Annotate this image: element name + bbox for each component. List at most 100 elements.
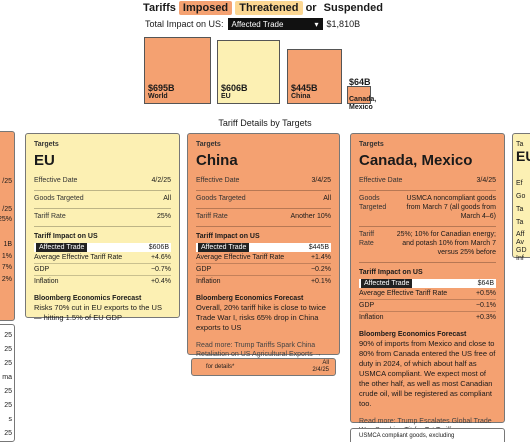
row-value: +4.6% <box>150 254 171 261</box>
edge-fragment: Inf <box>516 255 524 262</box>
edge-fragment: 25 <box>4 332 12 339</box>
card-targets-label: Targets <box>196 141 221 148</box>
total-impact-label: Total Impact on US: <box>145 19 224 29</box>
inflation-row: Inflation +0.1% <box>196 276 331 287</box>
edge-fragment: Ef <box>516 180 523 187</box>
row-key: Goods Targeted <box>34 195 84 202</box>
row-key: GDP <box>34 266 50 273</box>
affected-trade-bar: Affected Trade $606B <box>34 243 171 252</box>
legend-threatened-chip[interactable]: Threatened <box>235 1 303 15</box>
row-value: −0.7% <box>150 266 171 273</box>
edge-fragment: Go <box>516 193 526 200</box>
row-value: All <box>323 195 331 202</box>
edge-fragment: 25 <box>4 388 12 395</box>
impact-title: Tariff Impact on US <box>34 233 98 240</box>
total-impact: Total Impact on US: Affected Trade ▾ $1,… <box>145 18 360 30</box>
row-value: All <box>163 195 171 202</box>
card-canada-mexico-next[interactable]: USMCA compliant goods, excluding <box>350 428 505 442</box>
inflation-row: Inflation +0.3% <box>359 312 496 323</box>
forecast-title: Bloomberg Economics Forecast <box>34 295 142 302</box>
row-key: GDP <box>196 266 212 273</box>
box-china[interactable]: $445B China <box>287 49 342 104</box>
row-key: GDP <box>359 302 375 309</box>
legend-suspended-chip[interactable]: Suspended <box>319 1 387 15</box>
read-more-link[interactable]: Read more: Trump Tariffs Spark China Ret… <box>196 341 331 359</box>
forecast-title: Bloomberg Economics Forecast <box>359 331 467 338</box>
edge-fragment: /25 <box>2 206 12 213</box>
card-eu[interactable]: Targets EU Effective Date 4/2/25 Goods Ta… <box>25 133 180 322</box>
box-canada-mexico[interactable]: $64B Canada, Mexico <box>347 78 376 111</box>
edge-fragment: 25 <box>4 430 12 437</box>
impact-title: Tariff Impact on US <box>359 269 423 276</box>
edge-fragment: 25 <box>4 360 12 367</box>
bar-key: Affected Trade <box>361 279 413 288</box>
edge-fragment: s <box>8 416 13 423</box>
forecast-text: Risks 70% cut in EU exports to the US — … <box>34 303 162 322</box>
forecast-text: Overall, 20% tariff hike is close to twi… <box>196 303 326 332</box>
goods-row: Goods Targeted All <box>34 191 171 209</box>
inflation-row: Inflation +0.4% <box>34 276 171 287</box>
partial-card-left[interactable]: /25/25 25% 1B 1% 7% 2% <box>0 131 15 321</box>
row-value: 4/2/25 <box>151 177 171 184</box>
row-value: USMCA noncompliant goods from March 7 (a… <box>406 195 497 220</box>
row-key: Goods Targeted <box>196 195 246 202</box>
partial-list-left: 25 25 25 ma 25 25 s 25 <box>0 324 15 442</box>
row-key: Tariff Rate <box>359 231 375 247</box>
row-value: 25% <box>156 213 171 220</box>
card-canada-mexico[interactable]: Targets Canada, Mexico Effective Date 3/4… <box>350 133 505 434</box>
row-key: Tariff Rate <box>196 213 228 220</box>
row-value: +0.1% <box>310 278 331 285</box>
impact-title: Tariff Impact on US <box>196 233 260 240</box>
next-card-text: USMCA compliant goods, excluding <box>359 433 455 439</box>
rate-row: Tariff Rate Another 10% <box>196 209 331 227</box>
legend-imposed-chip[interactable]: Imposed <box>178 1 233 15</box>
forecast-title: Bloomberg Economics Forecast <box>196 295 304 302</box>
stack-left-text: for details* <box>206 364 235 370</box>
edge-fragment: Ta <box>516 219 524 226</box>
chevron-down-icon: ▾ <box>314 19 319 29</box>
edge-fragment: 25% <box>0 216 12 223</box>
box-label: Canada, Mexico <box>349 96 377 111</box>
row-value: Another 10% <box>290 213 331 220</box>
avg-rate-row: Average Effective Tariff Rate +4.6% <box>34 252 171 264</box>
partial-card-right[interactable]: TaEUEfGoTaTaAffAvGDInf <box>512 133 530 262</box>
row-key: Average Effective Tariff Rate <box>196 254 285 261</box>
row-value: 3/4/25 <box>311 177 331 184</box>
edge-fragment: Ta <box>516 206 524 213</box>
affected-trade-selector[interactable]: Affected Trade ▾ <box>227 18 323 30</box>
row-key: Goods Targeted <box>359 195 387 211</box>
edge-fragment: 7% <box>1 264 12 271</box>
row-key: Inflation <box>359 314 384 321</box>
edge-fragment: /25 <box>2 178 12 185</box>
row-key: Effective Date <box>196 177 240 184</box>
legend-tariffs: Tariffs <box>143 2 176 14</box>
row-value: 25%; 10% for Canadian energy; and potash… <box>396 231 496 256</box>
edge-fragment: ma <box>2 374 12 381</box>
row-value: 3/4/25 <box>476 177 496 184</box>
stack-right-2: 2/4/25 <box>312 367 329 373</box>
box-label: China <box>291 93 311 100</box>
rate-row: Tariff Rate 25% <box>34 209 171 227</box>
gdp-row: GDP −0.2% <box>196 264 331 276</box>
box-eu[interactable]: $606B EU <box>217 40 280 104</box>
legend-or: or <box>305 2 317 14</box>
row-key: Effective Date <box>359 177 403 184</box>
card-china[interactable]: Targets China Effective Date 3/4/25 Goods… <box>187 133 340 358</box>
goods-row: Goods Targeted All <box>196 191 331 209</box>
forecast-text: 90% of imports from Mexico and close to … <box>359 339 496 408</box>
avg-rate-row: Average Effective Tariff Rate +0.5% <box>359 288 496 300</box>
affected-trade-bar: Affected Trade $445B <box>196 243 331 252</box>
effective-date-row: Effective Date 4/2/25 <box>34 173 171 191</box>
card-country: China <box>196 152 238 169</box>
row-key: Inflation <box>34 278 59 285</box>
rate-row: Tariff Rate 25%; 10% for Canadian energy;… <box>359 227 496 263</box>
box-world[interactable]: $695B World <box>144 37 211 104</box>
box-label: World <box>148 93 168 100</box>
card-country: Canada, Mexico <box>359 152 473 169</box>
card-china-stack[interactable]: for details* All 2/4/25 <box>191 358 336 376</box>
stack-right-text: All 2/4/25 <box>312 360 329 374</box>
edge-fragment: 2% <box>1 276 12 283</box>
row-value: +0.4% <box>150 278 171 285</box>
row-key: Average Effective Tariff Rate <box>34 254 123 261</box>
row-value: +1.4% <box>310 254 331 261</box>
